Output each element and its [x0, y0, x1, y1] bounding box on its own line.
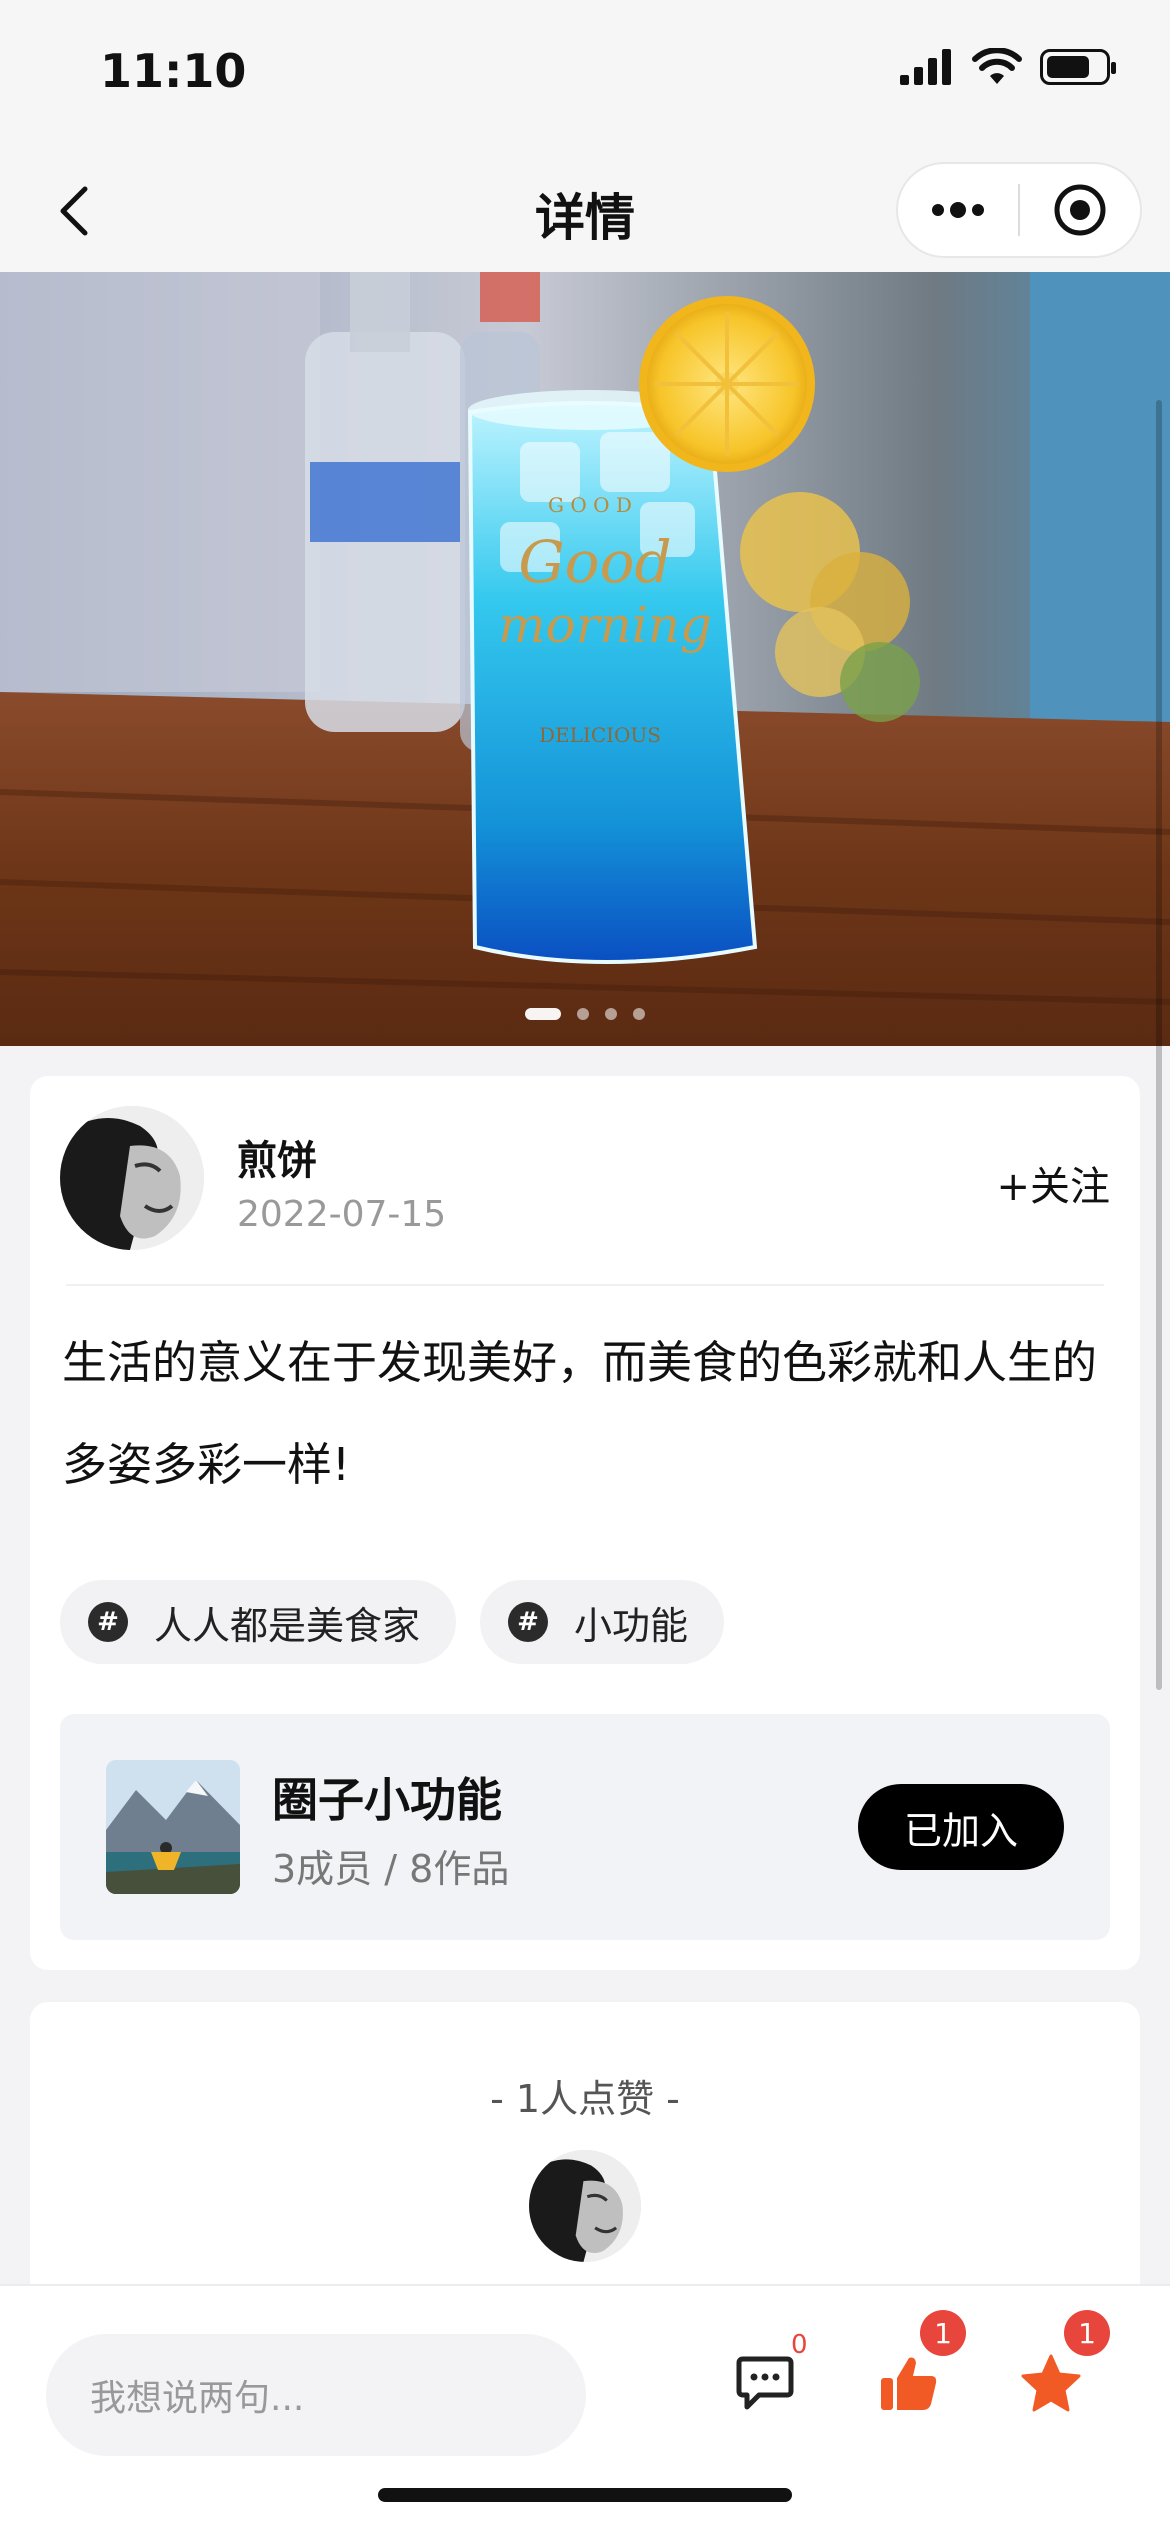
cellular-signal-icon	[900, 49, 951, 85]
status-icons	[900, 48, 1116, 86]
circle-name: 圈子小功能	[272, 1773, 502, 1827]
scrollbar[interactable]	[1156, 400, 1162, 1690]
svg-text:Good: Good	[518, 528, 671, 596]
topic-tag-label: 人人都是美食家	[154, 1603, 421, 1648]
target-close-icon	[1054, 184, 1106, 236]
comment-icon	[736, 2356, 794, 2410]
post-date: 2022-07-15	[237, 1194, 447, 1235]
topic-tag[interactable]: # 小功能	[480, 1580, 725, 1664]
author-name[interactable]: 煎饼	[237, 1128, 317, 1186]
author-avatar[interactable]	[60, 1106, 204, 1250]
post-card: 煎饼 2022-07-15 +关注 生活的意义在于发现美好，而美食的色彩就和人生…	[30, 1076, 1140, 1970]
thumbs-up-icon	[881, 2357, 937, 2410]
battery-icon	[1040, 49, 1116, 85]
wifi-icon	[972, 48, 1022, 84]
home-indicator	[378, 2488, 792, 2502]
circle-thumbnail	[106, 1760, 240, 1894]
close-miniprogram-button[interactable]	[1020, 164, 1140, 256]
star-icon	[1021, 2354, 1081, 2412]
circle-thumbnail-image	[106, 1760, 240, 1894]
miniprogram-capsule	[896, 162, 1142, 258]
author-avatar-image	[60, 1106, 204, 1250]
carousel-dot[interactable]	[605, 1008, 617, 1020]
topic-tags: # 人人都是美食家 # 小功能	[60, 1580, 725, 1664]
carousel-dot[interactable]	[633, 1008, 645, 1020]
status-time: 11:10	[100, 44, 247, 98]
circle-card[interactable]: 圈子小功能 3成员 / 8作品 已加入	[60, 1714, 1110, 1940]
post-body-text: 生活的意义在于发现美好，而美食的色彩就和人生的多姿多彩一样!	[62, 1336, 1098, 1491]
battery-level	[1047, 56, 1089, 78]
svg-text:morning: morning	[498, 596, 712, 654]
hashtag-icon: #	[508, 1602, 549, 1642]
hero-carousel[interactable]: G O O D Good morning DELICIOUS	[0, 272, 1170, 1046]
carousel-dots	[0, 1008, 1170, 1020]
more-dots-icon	[932, 202, 984, 218]
likes-count-title: - 1人点赞 -	[490, 2077, 680, 2121]
liker-avatar-image	[529, 2150, 641, 2262]
comment-count: 0	[791, 2330, 808, 2360]
svg-text:DELICIOUS: DELICIOUS	[539, 723, 661, 747]
circle-stats: 3成员 / 8作品	[272, 1847, 510, 1891]
divider	[66, 1284, 1104, 1286]
comment-input[interactable]: 我想说两句...	[46, 2334, 586, 2456]
status-bar: 11:10	[0, 0, 1170, 150]
carousel-dot[interactable]	[577, 1008, 589, 1020]
joined-button[interactable]: 已加入	[858, 1784, 1064, 1870]
likes-card: - 1人点赞 -	[30, 2002, 1140, 2302]
liker-avatar[interactable]	[529, 2150, 641, 2262]
topic-tag-label: 小功能	[574, 1603, 689, 1648]
topic-tag[interactable]: # 人人都是美食家	[60, 1580, 457, 1664]
hero-drink-image: G O O D Good morning DELICIOUS	[0, 272, 1170, 1046]
nav-bar: 详情	[0, 150, 1170, 272]
like-count-badge: 1	[920, 2310, 966, 2356]
carousel-dot[interactable]	[525, 1008, 561, 1020]
hashtag-icon: #	[88, 1602, 128, 1642]
favorite-count-badge: 1	[1064, 2310, 1110, 2356]
more-button[interactable]	[898, 164, 1018, 256]
svg-text:G O O D: G O O D	[548, 493, 632, 517]
follow-button[interactable]: +关注	[996, 1154, 1110, 1212]
